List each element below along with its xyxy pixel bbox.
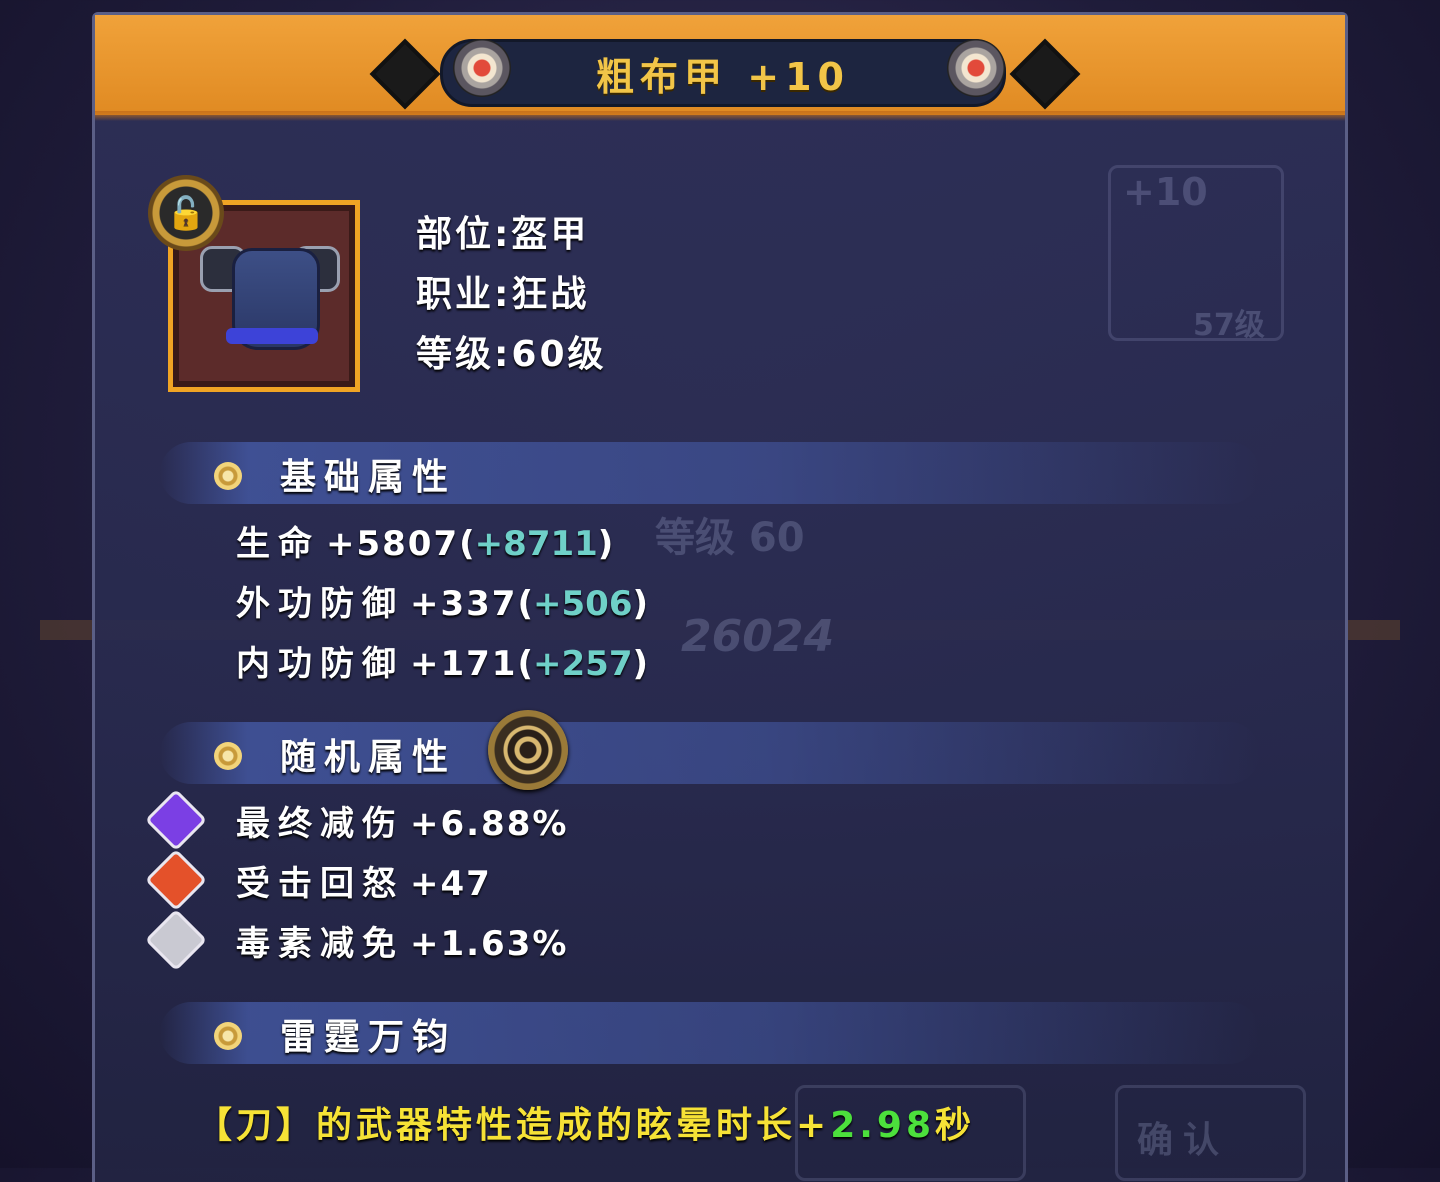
ghost-hero-level: 等级 60: [655, 515, 805, 561]
item-level: 等级:60级: [416, 334, 607, 375]
title-bar: 粗布甲 +10: [440, 39, 1006, 107]
left-eye-ornament-icon: [453, 39, 511, 97]
right-eye-ornament-icon: [947, 39, 1005, 97]
base-stat-row: 生命 +5807(+8711): [236, 524, 614, 564]
ghost-power-value: 26024: [681, 611, 835, 662]
random-stat-row: 受击回怒 +47: [236, 864, 492, 904]
random-stat-row: 最终减伤 +6.88%: [236, 804, 569, 844]
eye-icon[interactable]: [488, 710, 568, 790]
item-slot: 部位:盔甲: [416, 214, 590, 255]
random-stat-row: 毒素减免 +1.63%: [236, 924, 569, 964]
flower-icon: [214, 462, 242, 490]
armor-belt: [226, 328, 318, 344]
base-stat-row: 外功防御 +337(+506): [236, 584, 649, 624]
special-description: 【刀】的武器特性造成的眩晕时长+2.98秒: [196, 1105, 976, 1146]
flower-icon: [214, 1022, 242, 1050]
flower-icon: [214, 742, 242, 770]
unlock-icon[interactable]: 🔓: [148, 175, 224, 251]
ghost-confirm-label: 确认: [1137, 1120, 1230, 1161]
ghost-level-label: 57级: [1193, 308, 1265, 343]
item-title: 粗布甲 +10: [596, 54, 850, 99]
base-stat-row: 内功防御 +171(+257): [236, 644, 649, 684]
random-section-title: 随机属性: [280, 737, 457, 778]
base-section-title: 基础属性: [280, 457, 457, 498]
ghost-plus10-label: +10: [1123, 170, 1208, 214]
item-class: 职业:狂战: [416, 274, 590, 315]
special-section-title: 雷霆万钧: [280, 1017, 457, 1058]
